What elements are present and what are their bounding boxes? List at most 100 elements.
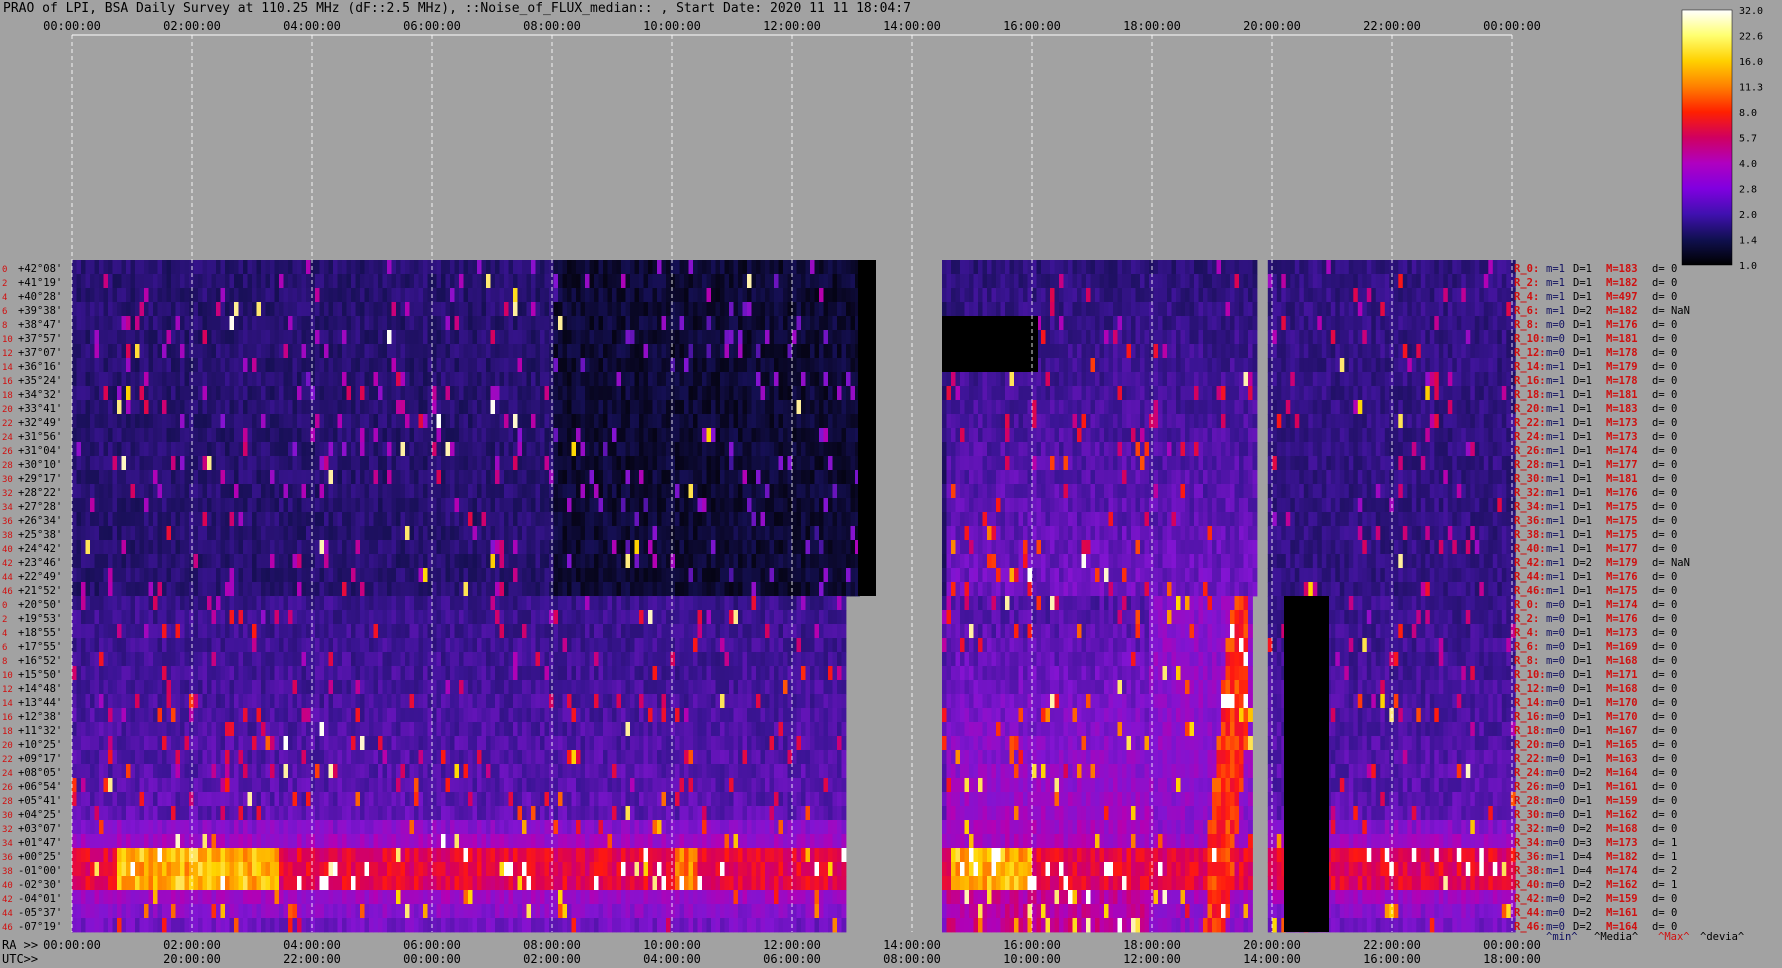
heatmap-cell bbox=[247, 442, 253, 457]
heatmap-cell bbox=[1438, 400, 1444, 415]
heatmap-cell bbox=[567, 386, 572, 401]
heatmap-cell bbox=[274, 302, 280, 317]
heatmap-cell bbox=[733, 302, 739, 317]
heatmap-cell bbox=[1335, 330, 1341, 345]
heatmap-cell bbox=[841, 344, 847, 359]
heatmap-cell bbox=[121, 274, 127, 289]
heatmap-cell bbox=[643, 274, 649, 289]
heatmap-cell bbox=[1122, 316, 1127, 331]
heatmap-cell bbox=[657, 260, 662, 275]
heatmap-cell bbox=[1308, 442, 1314, 457]
heatmap-cell bbox=[1185, 344, 1190, 359]
heatmap-cell bbox=[729, 274, 734, 289]
heatmap-cell bbox=[1104, 414, 1109, 429]
heatmap-cell bbox=[445, 344, 451, 359]
heatmap-cell bbox=[1479, 274, 1485, 289]
heatmap-cell bbox=[796, 344, 802, 359]
heatmap-cell bbox=[1207, 344, 1213, 359]
heatmap-cell bbox=[1000, 372, 1006, 387]
heatmap-cell bbox=[1005, 400, 1010, 415]
heatmap-cell bbox=[1239, 330, 1244, 345]
heatmap-cell bbox=[468, 386, 473, 401]
heatmap-cell bbox=[1153, 316, 1159, 331]
heatmap-cell bbox=[436, 274, 442, 289]
heatmap-cell bbox=[396, 386, 401, 401]
heatmap-cell bbox=[1402, 400, 1408, 415]
heatmap-cell bbox=[378, 386, 383, 401]
heatmap-cell bbox=[99, 260, 104, 275]
heatmap-cell bbox=[247, 414, 253, 429]
heatmap-cell bbox=[639, 330, 644, 345]
heatmap-cell bbox=[1176, 470, 1181, 485]
heatmap-cell bbox=[1290, 302, 1296, 317]
heatmap-cell bbox=[1474, 442, 1480, 457]
heatmap-cell bbox=[1393, 372, 1399, 387]
heatmap-cell bbox=[216, 260, 221, 275]
heatmap-cell bbox=[202, 470, 208, 485]
heatmap-cell bbox=[1317, 386, 1323, 401]
heatmap-cell bbox=[1312, 456, 1318, 471]
heatmap-cell bbox=[90, 260, 95, 275]
heatmap-cell bbox=[364, 358, 370, 373]
heatmap-cell bbox=[558, 288, 563, 303]
heatmap-cell bbox=[1023, 386, 1028, 401]
heatmap-cell bbox=[261, 358, 266, 373]
heatmap-cell bbox=[1153, 470, 1159, 485]
heatmap-cell bbox=[148, 372, 154, 387]
heatmap-cell bbox=[1339, 456, 1345, 471]
heatmap-cell bbox=[1009, 456, 1015, 471]
heatmap-cell bbox=[1158, 456, 1163, 471]
heatmap-cell bbox=[1140, 428, 1145, 443]
heatmap-cell bbox=[769, 330, 775, 345]
heatmap-cell bbox=[1348, 428, 1354, 443]
heatmap-cell bbox=[558, 386, 563, 401]
heatmap-cell bbox=[522, 428, 527, 443]
heatmap-cell bbox=[81, 442, 86, 457]
heatmap-cell bbox=[742, 344, 748, 359]
heatmap-cell bbox=[702, 470, 707, 485]
heatmap-cell bbox=[1380, 330, 1386, 345]
heatmap-cell bbox=[234, 372, 239, 387]
heatmap-cell bbox=[1317, 288, 1323, 303]
heatmap-cell bbox=[1290, 344, 1296, 359]
heatmap-cell bbox=[1189, 330, 1195, 345]
heatmap-cell bbox=[126, 484, 131, 499]
heatmap-cell bbox=[1045, 288, 1051, 303]
heatmap-cell bbox=[1434, 442, 1440, 457]
heatmap-cell bbox=[396, 316, 401, 331]
heatmap-cell bbox=[684, 386, 689, 401]
heatmap-cell bbox=[580, 484, 586, 499]
heatmap-cell bbox=[783, 316, 788, 331]
heatmap-cell bbox=[265, 484, 271, 499]
heatmap-cell bbox=[1294, 288, 1300, 303]
heatmap-cell bbox=[1474, 400, 1480, 415]
heatmap-cell bbox=[769, 386, 775, 401]
heatmap-cell bbox=[1126, 344, 1132, 359]
heatmap-cell bbox=[625, 288, 631, 303]
heatmap-cell bbox=[351, 274, 356, 289]
heatmap-cell bbox=[310, 414, 316, 429]
heatmap-cell bbox=[987, 400, 992, 415]
heatmap-cell bbox=[1054, 274, 1060, 289]
heatmap-cell bbox=[468, 260, 473, 275]
heatmap-cell bbox=[1081, 260, 1087, 275]
heatmap-cell bbox=[747, 302, 752, 317]
heatmap-cell bbox=[630, 428, 635, 443]
heatmap-cell bbox=[1285, 274, 1291, 289]
heatmap-cell bbox=[774, 386, 779, 401]
heatmap-cell bbox=[1203, 414, 1208, 429]
heatmap-cell bbox=[1366, 470, 1372, 485]
heatmap-cell bbox=[522, 358, 527, 373]
heatmap-cell bbox=[526, 274, 532, 289]
heatmap-cell bbox=[810, 456, 815, 471]
heatmap-cell bbox=[1362, 428, 1368, 443]
heatmap-cell bbox=[396, 400, 401, 415]
heatmap-cell bbox=[1456, 386, 1462, 401]
heatmap-cell bbox=[828, 470, 833, 485]
heatmap-cell bbox=[1212, 344, 1217, 359]
heatmap-cell bbox=[996, 442, 1001, 457]
heatmap-cell bbox=[441, 344, 446, 359]
heatmap-cell bbox=[801, 288, 806, 303]
heatmap-cell bbox=[679, 274, 685, 289]
heatmap-cell bbox=[94, 456, 100, 471]
